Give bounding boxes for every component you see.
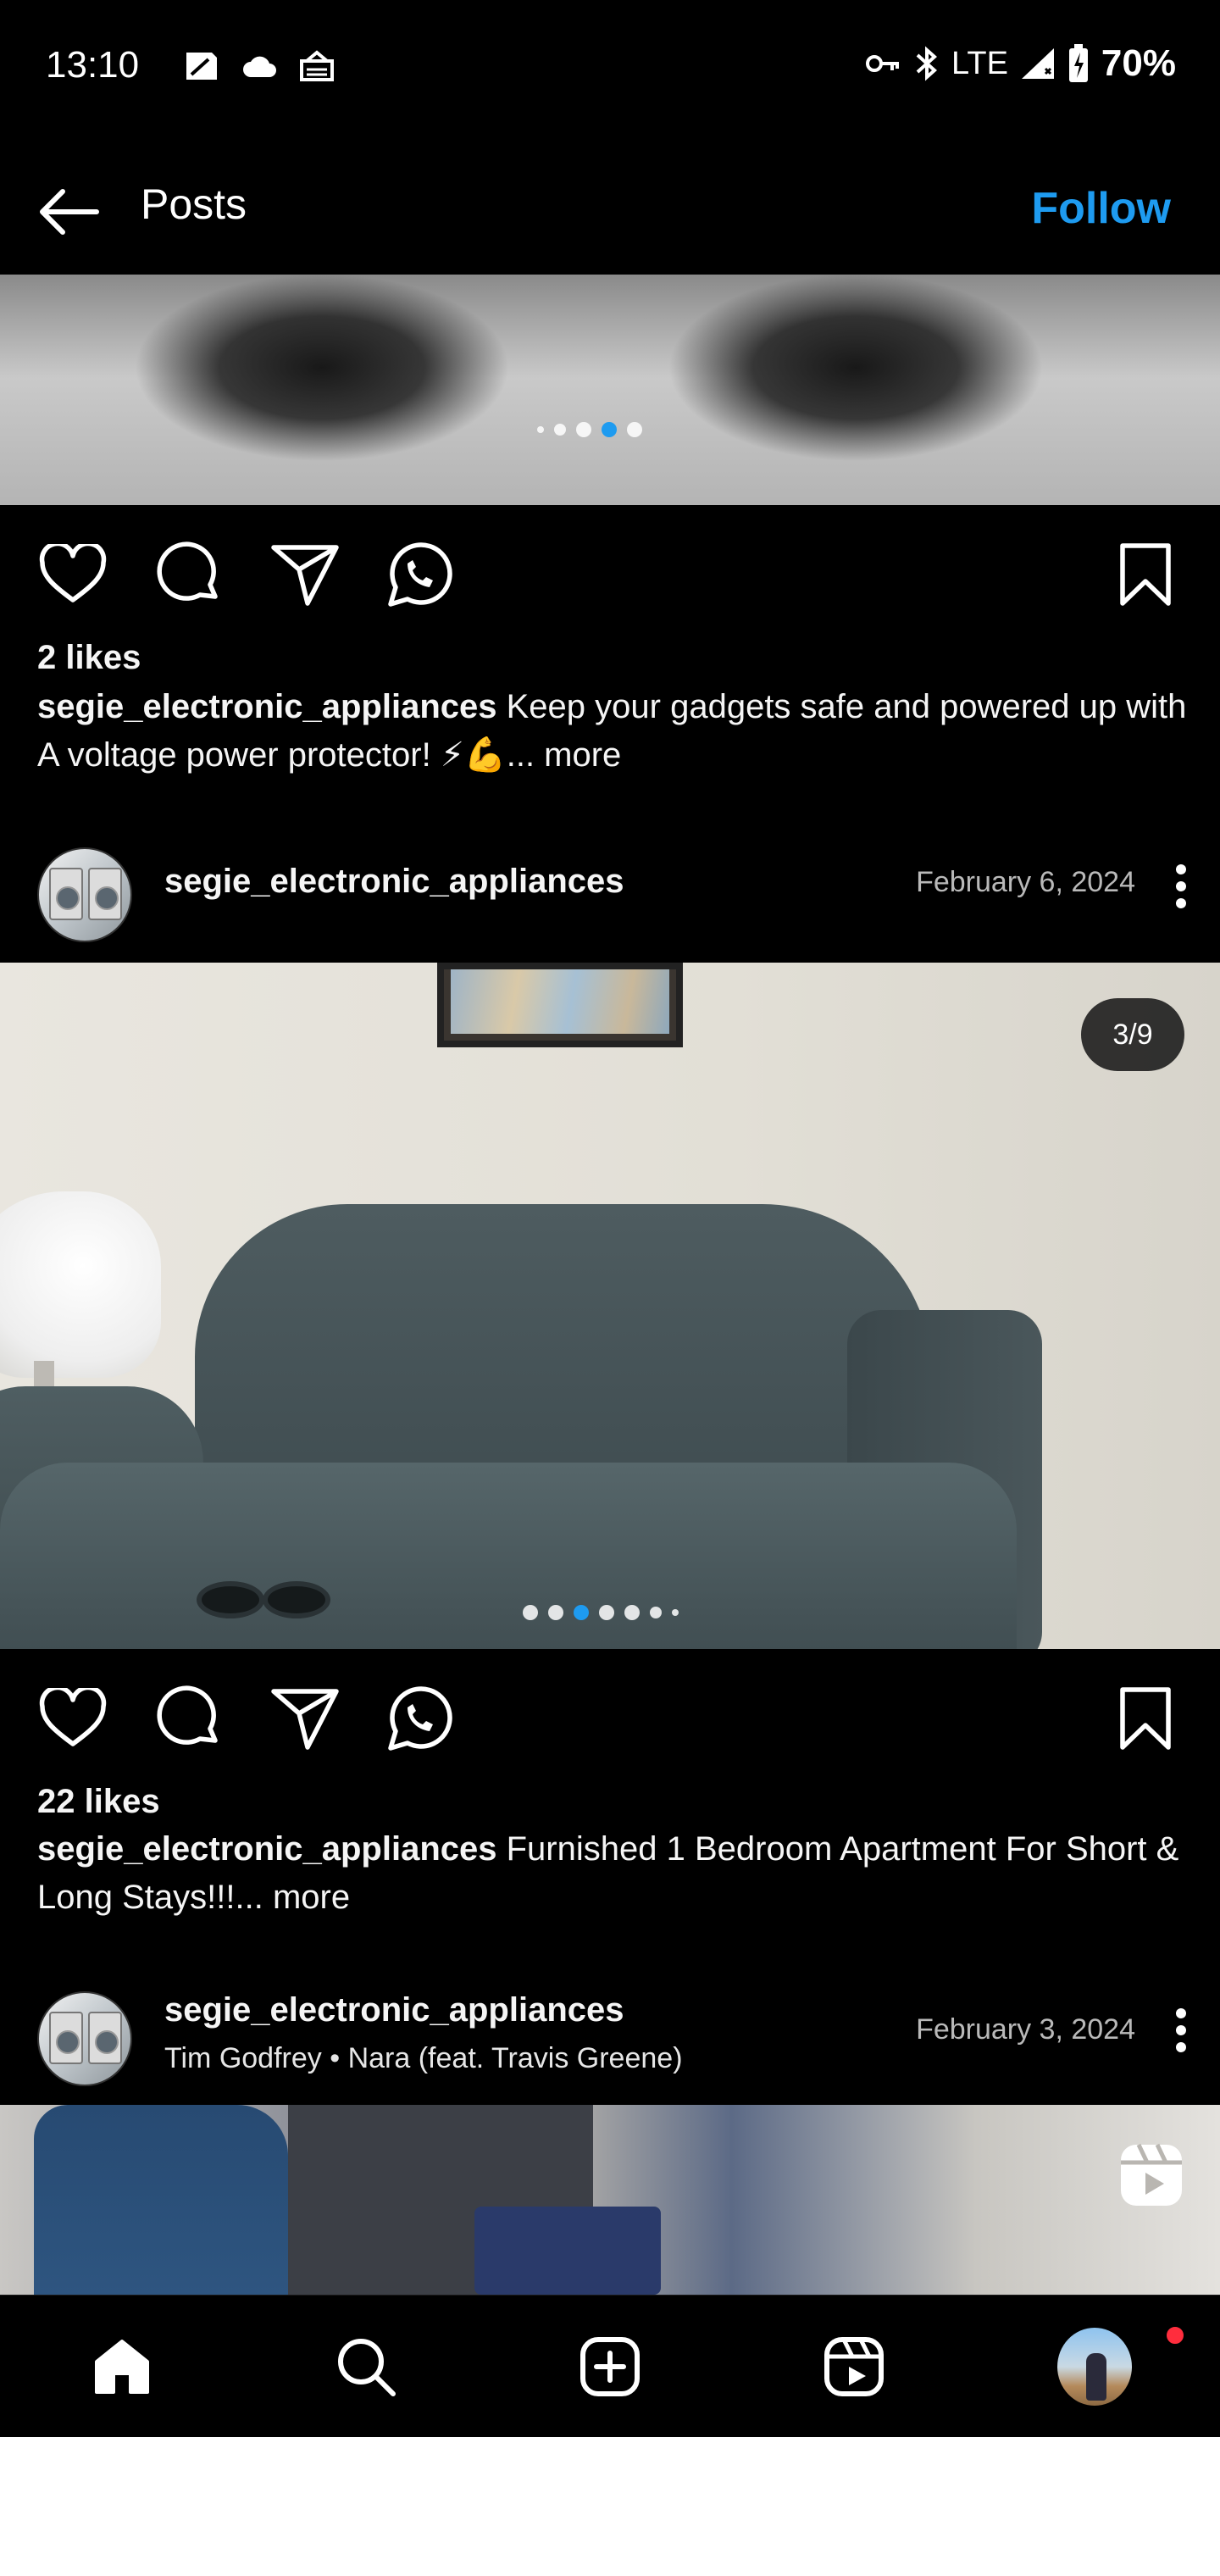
wall-painting [437,963,683,1047]
post-username[interactable]: segie_electronic_appliances [164,863,624,901]
post-media-video[interactable] [0,2105,1220,2295]
post-audio-info[interactable]: Tim Godfrey • Nara (feat. Travis Greene) [164,2042,683,2075]
user-avatar[interactable] [37,847,132,942]
carousel-counter: 3/9 [1081,998,1184,1071]
bookmark-icon [1120,543,1171,606]
search-icon [338,2339,396,2396]
post-media-image[interactable]: 3/9 [0,963,1220,1649]
post-header: segie_electronic_appliances February 6, … [0,827,1220,946]
share-button[interactable] [269,1683,341,1754]
more-vertical-icon [1176,2008,1186,2052]
user-avatar[interactable] [37,1991,132,2086]
post-caption: segie_electronic_appliances Furnished 1 … [37,1825,1190,1922]
whatsapp-share-button[interactable] [383,1683,454,1754]
inbox-tray-icon [300,50,334,81]
whatsapp-icon [388,1686,452,1751]
like-button[interactable] [37,1683,108,1754]
app-header: Posts Follow [0,136,1220,275]
battery-percent: 70% [1101,42,1176,84]
nav-profile[interactable] [1057,2328,1132,2406]
status-left-icons [180,49,336,83]
comment-button[interactable] [154,539,225,610]
audio-track: Nara (feat. Travis Greene) [347,2042,683,2074]
send-icon [271,545,339,606]
audio-artist: Tim Godfrey [164,2042,322,2074]
whatsapp-icon [388,542,452,607]
post-date: February 3, 2024 [916,2013,1135,2046]
home-icon [95,2340,149,2394]
carousel-dot-active [602,422,617,437]
bookmark-icon [1120,1687,1171,1750]
back-arrow-icon [40,189,99,235]
sim-card-icon [186,53,217,80]
person-blurred [34,2105,288,2295]
carousel-dot [627,422,642,437]
carousel-dot [650,1607,662,1618]
post-date: February 6, 2024 [916,866,1135,898]
like-button[interactable] [37,539,108,610]
save-button[interactable] [1110,1683,1181,1754]
post-actions [0,505,1220,641]
caption-username[interactable]: segie_electronic_appliances [37,688,497,725]
network-type: LTE [951,45,1008,81]
heart-icon [39,1688,107,1746]
post-caption: segie_electronic_appliances Keep your ga… [37,683,1190,780]
caption-more-link[interactable]: ... more [507,736,622,774]
carousel-dot [624,1605,640,1620]
app-screen: 13:10 LTE 70% Posts Follow 2 likes segie… [0,0,1220,2437]
notification-dot [1164,2324,1186,2346]
bottom-nav [0,2295,1220,2437]
caption-username[interactable]: segie_electronic_appliances [37,1830,497,1868]
vpn-key-icon [866,55,900,72]
nav-home[interactable] [85,2329,159,2404]
heart-icon [39,544,107,602]
likes-count[interactable]: 2 likes [37,639,141,677]
create-icon [580,2337,640,2396]
send-icon [271,1689,339,1750]
page-title: Posts [141,180,247,228]
sofa-seat [0,1463,1017,1649]
back-button[interactable] [32,176,103,247]
likes-count[interactable]: 22 likes [37,1783,160,1821]
reels-icon [824,2337,884,2396]
nav-create[interactable] [573,2329,647,2404]
reels-icon [1118,2142,1184,2208]
carousel-indicator [537,422,642,437]
comment-button[interactable] [154,1683,225,1754]
more-vertical-icon [1176,864,1186,908]
comment-icon [157,1685,218,1745]
carousel-dot-active [574,1605,589,1620]
whatsapp-share-button[interactable] [383,539,454,610]
caption-more-link[interactable]: ... more [235,1879,350,1916]
status-right-icons: LTE 70% [865,42,1176,85]
save-button[interactable] [1110,539,1181,610]
signal-icon [1021,48,1054,79]
post-header: segie_electronic_appliances Tim Godfrey … [0,1971,1220,2090]
comment-icon [157,541,218,601]
white-chair [0,1191,161,1378]
cloud-icon [243,56,276,77]
status-time: 13:10 [46,44,140,86]
post-options-button[interactable] [1164,852,1198,920]
carousel-indicator [523,1605,679,1620]
post-username[interactable]: segie_electronic_appliances [164,1991,624,2029]
post-actions [0,1649,1220,1785]
profile-avatar [1057,2328,1132,2406]
carousel-dot [523,1605,538,1620]
carousel-dot [554,424,566,436]
bluetooth-icon [916,46,938,81]
post-options-button[interactable] [1164,1996,1198,2064]
carousel-dot [599,1605,614,1620]
carousel-dot [576,422,591,437]
status-bar: 13:10 LTE 70% [0,0,1220,136]
nav-search[interactable] [329,2329,403,2404]
nav-reels[interactable] [817,2329,891,2404]
carousel-dot [672,1609,679,1616]
battery-charging-icon [1068,44,1088,82]
follow-button[interactable]: Follow [1031,183,1171,234]
post-media-image[interactable] [0,275,1220,505]
share-button[interactable] [269,539,341,610]
carousel-dot [537,426,544,433]
carousel-dot [548,1605,563,1620]
